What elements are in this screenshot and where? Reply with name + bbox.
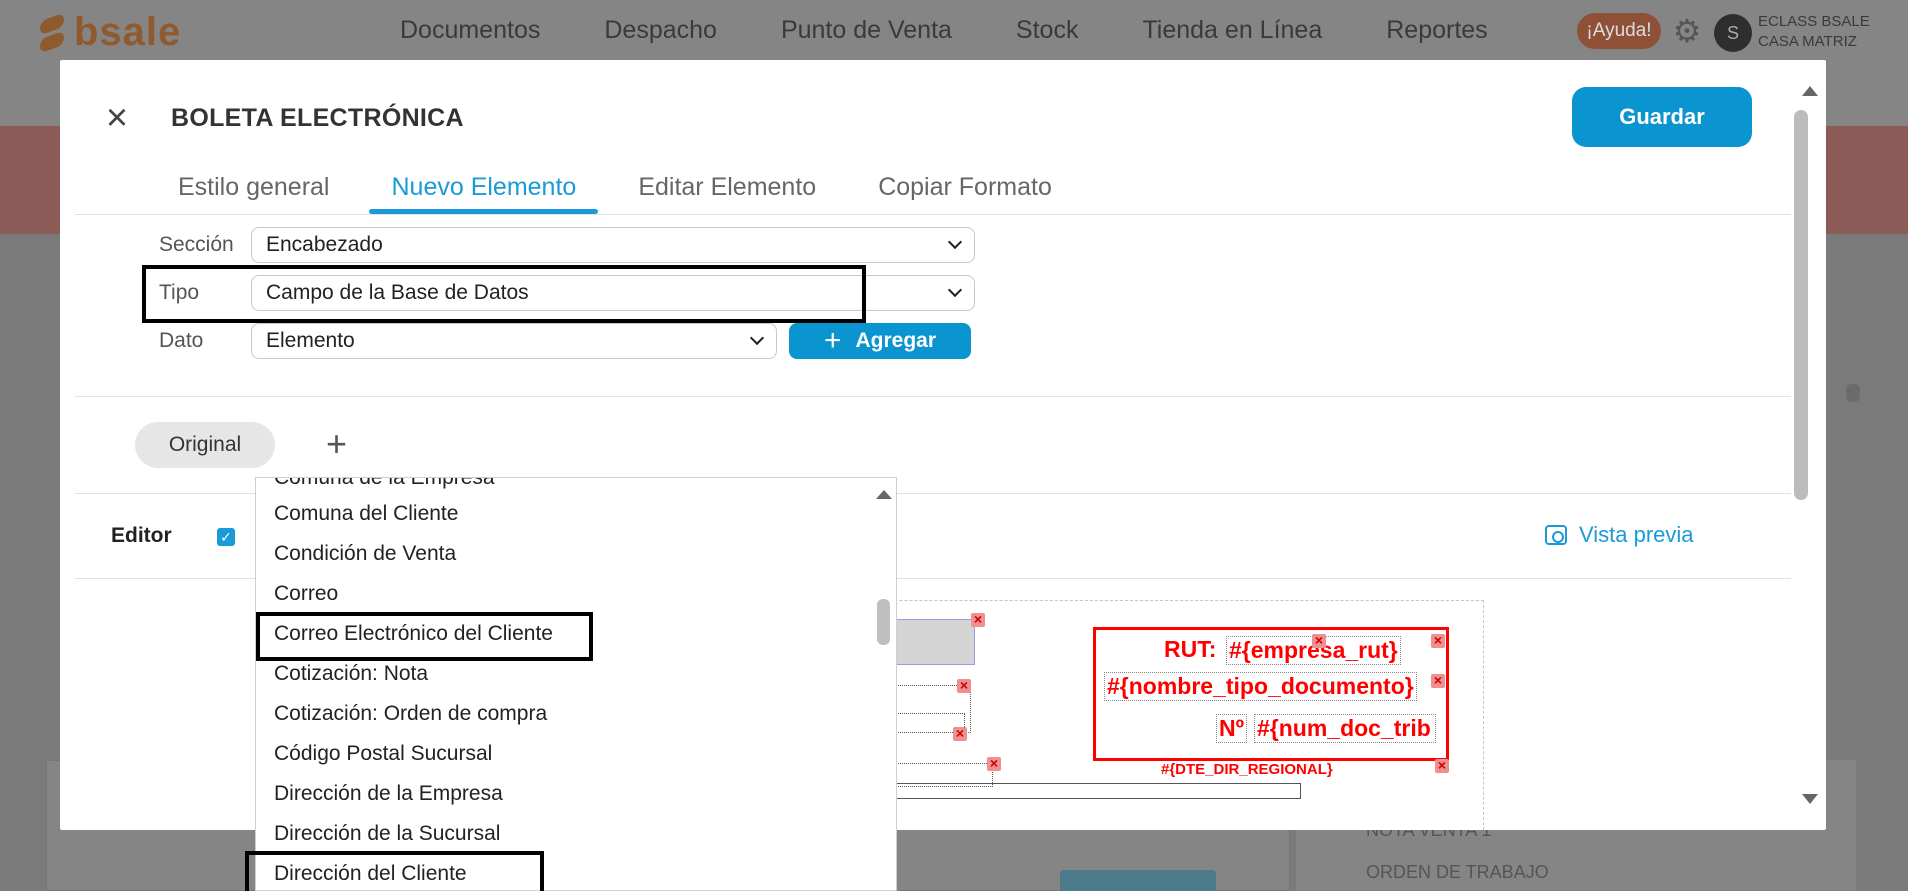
remove-icon[interactable]: × bbox=[1431, 633, 1445, 648]
dato-value: Elemento bbox=[266, 329, 355, 352]
chevron-down-icon bbox=[749, 330, 765, 346]
remove-icon[interactable]: × bbox=[1312, 633, 1326, 648]
eye-icon bbox=[1545, 525, 1567, 545]
chevron-down-icon bbox=[947, 282, 963, 298]
tab-nuevo-elemento[interactable]: Nuevo Elemento bbox=[369, 160, 599, 214]
remove-icon[interactable]: × bbox=[957, 678, 971, 693]
chevron-down-icon bbox=[947, 234, 963, 250]
direccion-cliente-highlight-box bbox=[245, 851, 544, 891]
remove-icon[interactable]: × bbox=[971, 612, 985, 627]
nav-reportes[interactable]: Reportes bbox=[1386, 16, 1487, 45]
rut-label: RUT: bbox=[1164, 636, 1217, 662]
dte-field[interactable]: #{DTE_DIR_REGIONAL} bbox=[1161, 761, 1333, 778]
gear-icon[interactable]: ⚙ bbox=[1670, 14, 1704, 48]
dropdown-scrollbar[interactable] bbox=[872, 478, 896, 890]
avatar[interactable]: S bbox=[1714, 14, 1752, 52]
tab-copiar-formato[interactable]: Copiar Formato bbox=[856, 160, 1074, 214]
preview-label: Vista previa bbox=[1579, 522, 1694, 547]
nav-punto-de-venta[interactable]: Punto de Venta bbox=[781, 16, 952, 45]
tipo-highlight-box bbox=[142, 265, 866, 323]
seccion-value: Encabezado bbox=[266, 233, 383, 256]
editor-checkbox[interactable]: ✓ bbox=[217, 528, 235, 546]
add-element-label: Agregar bbox=[855, 329, 937, 352]
correo-cliente-highlight-box bbox=[256, 612, 593, 661]
remove-icon[interactable]: × bbox=[1435, 758, 1449, 773]
remove-icon[interactable]: × bbox=[1431, 673, 1445, 688]
tab-estilo-general[interactable]: Estilo general bbox=[156, 160, 351, 214]
bsale-logo-icon bbox=[38, 11, 68, 55]
version-chip-original[interactable]: Original bbox=[135, 422, 275, 468]
remove-icon[interactable]: × bbox=[953, 726, 967, 741]
dato-label: Dato bbox=[159, 329, 204, 352]
editor-label: Editor bbox=[111, 524, 172, 547]
seccion-label: Sección bbox=[159, 233, 234, 256]
company-name: ECLASS BSALE bbox=[1758, 13, 1870, 30]
dato-options-list[interactable]: Comuna de la Empresa Comuna del Cliente … bbox=[255, 477, 897, 891]
remove-icon[interactable]: × bbox=[987, 756, 1001, 771]
option-direccion-sucursal[interactable]: Dirección de la Sucursal bbox=[274, 822, 500, 846]
option-cotizacion-nota[interactable]: Cotización: Nota bbox=[274, 662, 428, 686]
option-correo[interactable]: Correo bbox=[274, 582, 338, 606]
modal-scrollbar-thumb[interactable] bbox=[1794, 110, 1808, 500]
option-codigo-postal-sucursal[interactable]: Código Postal Sucursal bbox=[274, 742, 492, 766]
option-comuna-cliente[interactable]: Comuna del Cliente bbox=[274, 502, 458, 526]
modal-scroll-down-icon[interactable] bbox=[1802, 794, 1818, 804]
main-nav: Documentos Despacho Punto de Venta Stock… bbox=[400, 16, 1488, 45]
option-cotizacion-orden-compra[interactable]: Cotización: Orden de compra bbox=[274, 702, 547, 726]
option-direccion-empresa[interactable]: Dirección de la Empresa bbox=[274, 782, 503, 806]
doc-type-field[interactable]: #{nombre_tipo_documento} bbox=[1104, 672, 1417, 701]
tab-editar-elemento[interactable]: Editar Elemento bbox=[616, 160, 838, 214]
modal-tabs: Estilo general Nuevo Elemento Editar Ele… bbox=[156, 160, 1092, 214]
document-header-box[interactable]: RUT: #{empresa_rut} #{nombre_tipo_docume… bbox=[1093, 627, 1449, 761]
option-condicion-venta[interactable]: Condición de Venta bbox=[274, 542, 456, 566]
num-field[interactable]: #{num_doc_trib bbox=[1254, 714, 1436, 743]
nav-despacho[interactable]: Despacho bbox=[604, 16, 717, 45]
modal-title: BOLETA ELECTRÓNICA bbox=[171, 104, 464, 132]
background-scroll-handle bbox=[1846, 384, 1860, 402]
dropdown-scrollbar-thumb[interactable] bbox=[877, 599, 890, 645]
dato-row: Dato Elemento + Agregar bbox=[159, 323, 971, 359]
plus-icon: + bbox=[823, 324, 842, 357]
close-icon[interactable]: × bbox=[100, 99, 134, 137]
nav-tienda-en-linea[interactable]: Tienda en Línea bbox=[1142, 16, 1322, 45]
num-label: Nº bbox=[1216, 714, 1248, 743]
user-info[interactable]: ECLASS BSALE CASA MATRIZ bbox=[1758, 12, 1870, 52]
nav-stock[interactable]: Stock bbox=[1016, 16, 1079, 45]
preview-link[interactable]: Vista previa bbox=[1545, 522, 1694, 548]
bsale-logo[interactable]: bsale bbox=[38, 10, 181, 55]
dato-select[interactable]: Elemento bbox=[251, 323, 777, 359]
bg-list-item: ORDEN DE TRABAJO bbox=[1366, 862, 1549, 882]
background-button bbox=[1060, 870, 1216, 891]
help-button[interactable]: ¡Ayuda! bbox=[1577, 13, 1661, 49]
seccion-row: Sección Encabezado bbox=[159, 227, 975, 263]
branch-name: CASA MATRIZ bbox=[1758, 33, 1857, 50]
save-button[interactable]: Guardar bbox=[1572, 87, 1752, 147]
add-version-icon[interactable]: + bbox=[326, 424, 347, 464]
option-comuna-empresa[interactable]: Comuna de la Empresa bbox=[274, 478, 495, 490]
add-element-button[interactable]: + Agregar bbox=[789, 323, 971, 359]
seccion-select[interactable]: Encabezado bbox=[251, 227, 975, 263]
logo-text: bsale bbox=[74, 10, 182, 54]
nav-documentos[interactable]: Documentos bbox=[400, 16, 540, 45]
section-divider bbox=[75, 396, 1791, 397]
modal-scroll-up-icon[interactable] bbox=[1802, 86, 1818, 96]
tab-divider bbox=[75, 214, 1791, 215]
scroll-up-icon[interactable] bbox=[876, 490, 892, 499]
